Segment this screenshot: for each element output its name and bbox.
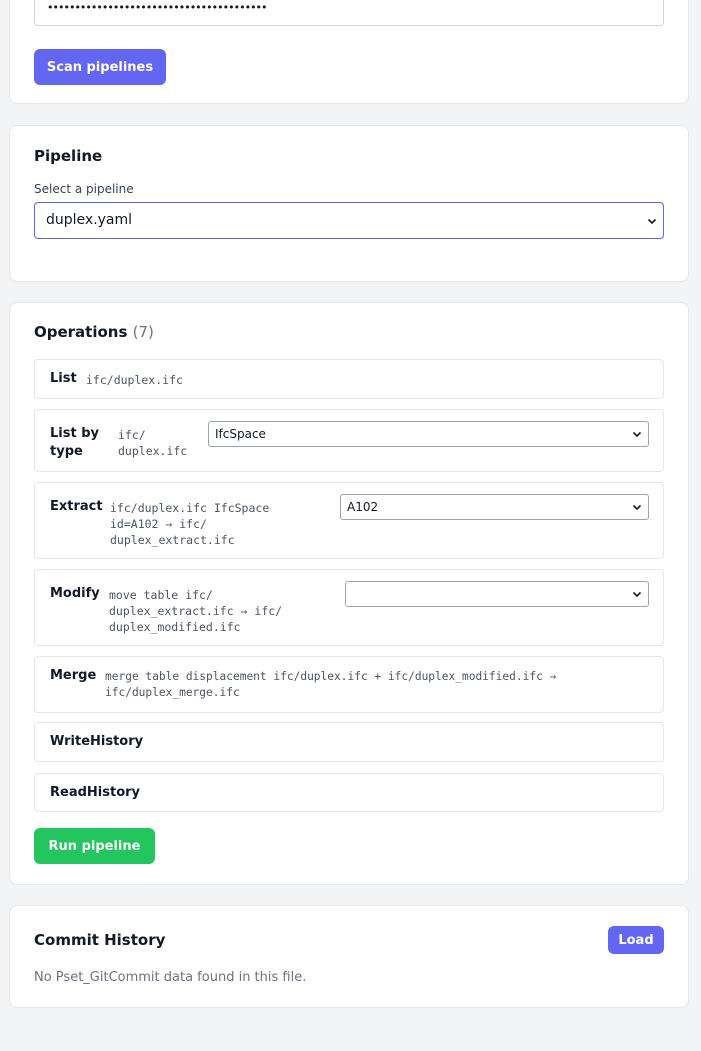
chevron-down-icon [632,591,642,598]
ifc-type-select[interactable]: IfcSpace [208,421,649,447]
token-input[interactable]: •••••••••••••••••••••••••••••••••••••••• [34,0,664,26]
operation-detail-line1: move table ifc/ [109,588,213,602]
pipeline-title: Pipeline [34,147,103,165]
operation-name: Modify [50,586,100,601]
pipeline-select[interactable]: duplex.yaml [34,202,664,239]
operations-title: Operations (7) [34,323,154,341]
load-button[interactable]: Load [608,926,664,954]
operation-detail-line3: duplex_modified.ifc [109,620,241,634]
commit-history-title: Commit History [34,931,166,949]
operation-detail-line3: duplex_extract.ifc [110,533,235,547]
pipeline-select-label: Select a pipeline [34,182,134,196]
operation-detail-line2: duplex_extract.ifc → ifc/ [109,604,283,618]
operation-modify: Modify move table ifc/ duplex_extract.if… [34,569,664,646]
operations-count: (7) [132,323,154,341]
space-id-select[interactable]: A102 [340,494,649,520]
operations-card: Operations (7) List ifc/duplex.ifc List … [9,302,689,885]
commit-history-empty-message: No Pset_GitCommit data found in this fil… [34,970,307,985]
operation-name: Merge [50,668,97,683]
operation-name: List [50,371,77,386]
chevron-down-icon [632,504,642,511]
operation-detail-line2: ifc/duplex_merge.ifc [105,686,240,699]
chevron-down-icon [632,431,642,438]
run-pipeline-button[interactable]: Run pipeline [34,828,155,864]
pipeline-select-value: duplex.yaml [46,212,133,228]
operation-name: Extract [50,499,103,514]
operation-detail-line1: ifc/ [118,428,146,442]
operation-name: WriteHistory [50,734,144,749]
operation-merge: Merge merge table displacement ifc/duple… [34,656,664,713]
operations-title-text: Operations [34,323,128,341]
scan-pipelines-button[interactable]: Scan pipelines [34,49,166,85]
operation-detail-line1: merge table displacement ifc/duplex.ifc … [105,670,557,683]
operation-list: List ifc/duplex.ifc [34,359,664,399]
chevron-down-icon [647,218,657,224]
pipeline-card: Pipeline Select a pipeline duplex.yaml [9,125,689,282]
operation-name: ReadHistory [50,785,141,800]
operation-name-line2: type [50,444,83,459]
operation-read-history: ReadHistory [34,773,664,812]
space-id-select-value: A102 [347,500,379,514]
scan-card: ••••••••••••••••••••••••••••••••••••••••… [9,0,689,104]
operation-detail: ifc/duplex.ifc [86,373,183,387]
operation-list-by-type: List by type ifc/ duplex.ifc IfcSpace [34,409,664,472]
token-input-value: •••••••••••••••••••••••••••••••••••••••• [47,1,268,14]
modify-select[interactable] [345,581,649,607]
operation-detail-line2: id=A102 → ifc/ [110,517,207,531]
operation-name-line1: List by [50,426,99,441]
operation-extract: Extract ifc/duplex.ifc IfcSpace id=A102 … [34,482,664,559]
commit-history-card: Commit History Load No Pset_GitCommit da… [9,905,689,1008]
operation-detail-line1: ifc/duplex.ifc IfcSpace [110,501,270,515]
ifc-type-select-value: IfcSpace [215,427,266,441]
operation-write-history: WriteHistory [34,722,664,762]
operation-detail-line2: duplex.ifc [118,444,188,458]
